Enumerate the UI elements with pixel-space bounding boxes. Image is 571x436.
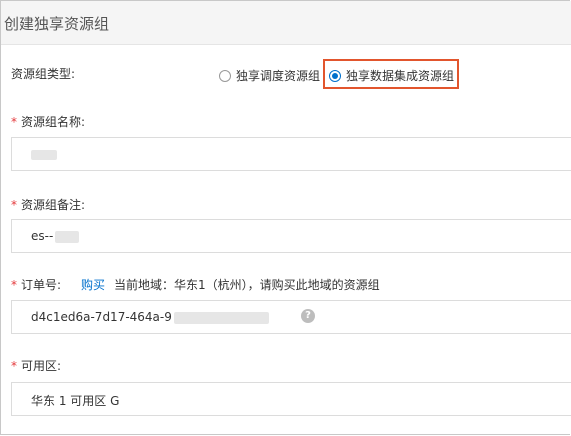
- required-marker: *: [11, 278, 17, 292]
- resource-group-note-input[interactable]: es--: [11, 219, 571, 253]
- resource-group-name-label: * 资源组名称:: [11, 113, 85, 130]
- redacted-text: [31, 149, 57, 160]
- required-marker: *: [11, 115, 17, 129]
- dialog-title: 创建独享资源组: [4, 15, 110, 33]
- radio-button-icon[interactable]: [219, 69, 231, 82]
- required-marker: *: [11, 359, 17, 373]
- radio-exclusive-scheduling[interactable]: 独享调度资源组: [219, 67, 320, 84]
- resource-group-name-value: [31, 147, 57, 161]
- create-resource-group-dialog: 创建独享资源组 资源组类型: 独享调度资源组 独享数据集成资源组 * 资源组名称:…: [0, 0, 571, 435]
- required-marker: *: [11, 198, 17, 212]
- resource-group-note-label: * 资源组备注:: [11, 196, 85, 213]
- redacted-text: [173, 311, 269, 324]
- order-number-input[interactable]: d4c1ed6a-7d17-464a-9: [11, 300, 571, 334]
- availability-zone-input[interactable]: 华东 1 可用区 G: [11, 382, 571, 416]
- availability-zone-label: * 可用区:: [11, 357, 61, 374]
- resource-group-note-value: es--: [31, 229, 80, 243]
- radio-exclusive-data-integration[interactable]: 独享数据集成资源组: [329, 67, 454, 84]
- region-info-text: 当前地域：华东1（杭州），请购买此地域的资源组: [114, 278, 380, 292]
- order-number-label: * 订单号:: [11, 276, 61, 293]
- dialog-titlebar: 创建独享资源组: [1, 1, 571, 45]
- order-number-label-text: 订单号:: [21, 278, 62, 292]
- redacted-text: [55, 230, 80, 243]
- availability-zone-value: 华东 1 可用区 G: [31, 394, 120, 408]
- resource-group-name-input[interactable]: [11, 137, 571, 171]
- availability-zone-label-text: 可用区:: [21, 359, 62, 373]
- resource-group-name-label-text: 资源组名称:: [21, 115, 86, 129]
- radio-button-selected-icon[interactable]: [329, 69, 341, 82]
- buy-link[interactable]: 购买: [81, 276, 105, 293]
- order-number-value: d4c1ed6a-7d17-464a-9: [31, 310, 269, 324]
- radio-exclusive-scheduling-label: 独享调度资源组: [236, 69, 321, 83]
- resource-group-note-label-text: 资源组备注:: [21, 198, 86, 212]
- radio-exclusive-data-integration-label: 独享数据集成资源组: [346, 69, 455, 83]
- resource-group-type-label: 资源组类型:: [11, 67, 76, 81]
- help-icon[interactable]: ?: [301, 309, 315, 323]
